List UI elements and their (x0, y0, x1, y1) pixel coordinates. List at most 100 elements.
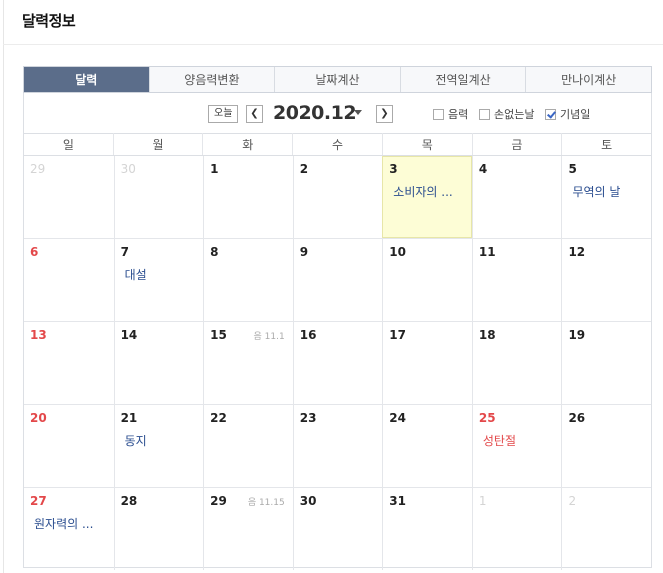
calendar-day-cell[interactable]: 23 (292, 405, 383, 487)
day-number: 17 (389, 328, 406, 342)
day-number: 26 (568, 411, 586, 425)
calendar-day-cell[interactable]: 4 (471, 156, 562, 238)
weekday-wed: 수 (292, 133, 382, 155)
calendar-day-cell[interactable]: 2 (561, 488, 651, 570)
tab-calendar[interactable]: 달력 (24, 67, 149, 92)
calendar-day-cell[interactable]: 26 (561, 405, 651, 487)
calendar-day-cell[interactable]: 12 (561, 239, 651, 321)
option-son-eomneun-nal[interactable]: 손없는날 (479, 106, 534, 122)
calendar-day-cell[interactable]: 17 (382, 322, 472, 404)
option-lunar-label: 음력 (448, 108, 469, 121)
chevron-right-icon: ❯ (380, 108, 389, 119)
calendar-day-cell[interactable]: 7 대설 (113, 239, 204, 321)
calendar-day-cell[interactable]: 19 (561, 322, 651, 404)
day-event[interactable]: 원자력의 ... (34, 515, 93, 532)
lunar-date: 음 11.15 (247, 498, 285, 508)
calendar-day-cell[interactable]: 27 원자력의 ... (24, 488, 114, 570)
day-event[interactable]: 동지 (125, 432, 147, 449)
calendar-day-cell[interactable]: 14 (113, 322, 204, 404)
day-number: 20 (30, 411, 47, 425)
day-number: 30 (120, 162, 136, 176)
option-lunar[interactable]: 음력 (433, 106, 468, 122)
day-number: 27 (30, 494, 47, 508)
day-number: 2 (299, 162, 309, 176)
calendar: 오늘 ❮ 2020.12 ❯ 음력 손없는날 기념일 일 월 화 수 목 금 토… (23, 93, 652, 570)
calendar-week-row: 29 30 1 2 3 소비자의 ... 4 5 무역의 날 (24, 156, 651, 239)
calendar-day-cell[interactable]: 18 (471, 322, 562, 404)
son-eomneun-nal-checkbox[interactable] (479, 108, 490, 120)
day-number: 11 (478, 245, 496, 259)
calendar-day-cell[interactable]: 25 성탄절 (471, 405, 562, 487)
day-number: 1 (210, 162, 219, 176)
day-number: 6 (30, 245, 39, 259)
calendar-week-row: 13 14 15 음 11.1 16 17 18 19 (24, 322, 651, 405)
day-number: 30 (299, 494, 317, 508)
option-anniversary[interactable]: 기념일 (545, 106, 590, 122)
next-month-button[interactable]: ❯ (376, 105, 393, 123)
calendar-day-cell[interactable]: 10 (382, 239, 472, 321)
calendar-day-cell[interactable]: 16 (292, 322, 383, 404)
day-number: 25 (478, 411, 496, 425)
tab-date-calc[interactable]: 날짜계산 (274, 67, 400, 92)
weekday-header: 일 월 화 수 목 금 토 (24, 133, 651, 156)
day-number: 24 (389, 411, 406, 425)
day-number: 22 (210, 411, 227, 425)
tab-age-calc[interactable]: 만나이계산 (525, 67, 651, 92)
day-number: 21 (120, 411, 138, 425)
day-number: 23 (299, 411, 317, 425)
option-son-label: 손없는날 (494, 108, 535, 121)
prev-month-button[interactable]: ❮ (246, 105, 263, 123)
lunar-checkbox[interactable] (433, 108, 444, 120)
caret-down-icon[interactable] (354, 110, 362, 115)
calendar-day-cell[interactable]: 29 음 11.15 (203, 488, 293, 570)
calendar-day-cell[interactable]: 1 (471, 488, 562, 570)
day-number: 29 (30, 162, 46, 176)
day-number: 19 (568, 328, 586, 342)
day-number: 16 (299, 328, 317, 342)
weekday-mon: 월 (112, 133, 203, 155)
calendar-day-cell[interactable]: 29 (24, 156, 114, 238)
calendar-day-cell[interactable]: 15 음 11.1 (203, 322, 293, 404)
today-button[interactable]: 오늘 (208, 105, 239, 123)
page-title: 달력정보 (22, 12, 76, 30)
title-divider (3, 44, 663, 45)
weekday-fri: 금 (471, 133, 562, 155)
calendar-day-cell[interactable]: 8 (203, 239, 293, 321)
day-number: 31 (389, 494, 406, 508)
day-number: 9 (299, 245, 309, 259)
calendar-day-cell[interactable]: 30 (113, 156, 204, 238)
calendar-day-cell[interactable]: 30 (292, 488, 383, 570)
day-event[interactable]: 소비자의 ... (393, 183, 452, 200)
day-number: 12 (568, 245, 586, 259)
calendar-day-cell[interactable]: 1 (203, 156, 293, 238)
day-number: 10 (389, 245, 406, 259)
chevron-left-icon: ❮ (250, 108, 259, 119)
calendar-day-cell[interactable]: 31 (382, 488, 472, 570)
calendar-day-cell[interactable]: 2 (292, 156, 383, 238)
day-number: 2 (568, 494, 577, 508)
weekday-sat: 토 (561, 133, 651, 155)
day-number: 8 (210, 245, 219, 259)
calendar-day-cell[interactable]: 22 (203, 405, 293, 487)
calendar-day-cell[interactable]: 3 소비자의 ... (382, 156, 472, 238)
calendar-day-cell[interactable]: 6 (24, 239, 114, 321)
tab-discharge-calc[interactable]: 전역일계산 (399, 67, 526, 92)
day-event[interactable]: 성탄절 (483, 432, 516, 449)
calendar-day-cell[interactable]: 5 무역의 날 (561, 156, 651, 238)
calendar-day-cell[interactable]: 28 (113, 488, 204, 570)
option-anniversary-label: 기념일 (560, 108, 591, 121)
month-label[interactable]: 2020.12 (273, 102, 357, 124)
day-number: 29 (210, 494, 227, 508)
day-event[interactable]: 대설 (125, 266, 147, 283)
calendar-day-cell[interactable]: 9 (292, 239, 383, 321)
calendar-day-cell[interactable]: 24 (382, 405, 472, 487)
tab-lunar-convert[interactable]: 양음력변환 (148, 67, 275, 92)
calendar-day-cell[interactable]: 20 (24, 405, 114, 487)
calendar-day-cell[interactable]: 13 (24, 322, 114, 404)
calendar-day-cell[interactable]: 11 (471, 239, 562, 321)
lunar-date: 음 11.1 (253, 332, 285, 342)
day-event[interactable]: 무역의 날 (572, 183, 620, 200)
calendar-day-cell[interactable]: 21 동지 (113, 405, 204, 487)
calendar-nav: 오늘 ❮ 2020.12 ❯ 음력 손없는날 기념일 (24, 93, 651, 134)
anniversary-checkbox[interactable] (545, 108, 556, 120)
